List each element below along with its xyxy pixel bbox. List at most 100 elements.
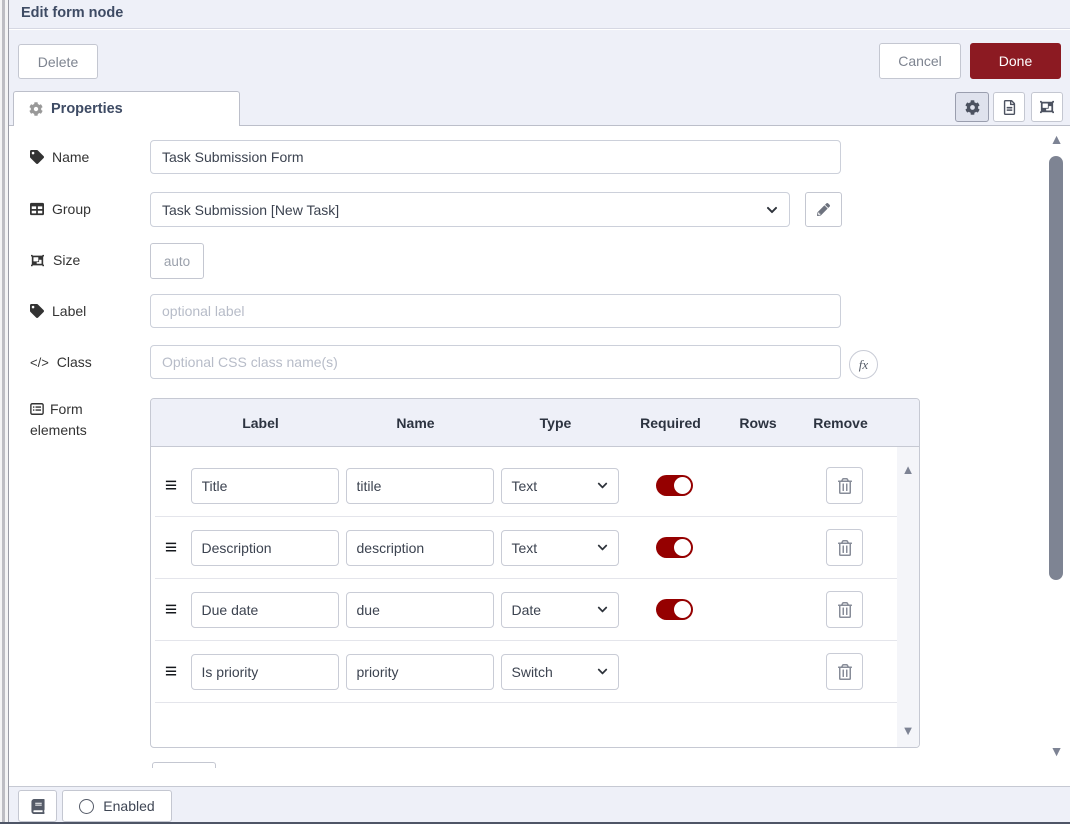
edit-form-node-dialog: Edit form node Delete Cancel Done Proper…	[0, 0, 1070, 824]
toggle-knob	[674, 601, 691, 618]
editor-edge-scrollbar-thumb	[2, 0, 5, 824]
element-name-input[interactable]	[346, 530, 494, 566]
form-elements-field-label: Form elements	[30, 399, 134, 441]
element-type-select[interactable]: Switch	[501, 654, 619, 690]
gear-icon	[965, 100, 980, 115]
edit-group-button[interactable]	[805, 192, 842, 227]
drag-handle-icon[interactable]: ≡	[155, 537, 187, 558]
enabled-label: Enabled	[103, 798, 154, 814]
table-row: ≡ Date	[155, 579, 897, 641]
group-field-label: Group	[30, 192, 91, 226]
remove-element-button[interactable]	[826, 591, 863, 628]
editor-edge-scrollbar	[0, 0, 9, 824]
table-row: ≡ Switch	[155, 641, 897, 703]
appearance-tab-button[interactable]	[1031, 92, 1063, 122]
scroll-down-arrow[interactable]: ▼	[1048, 744, 1065, 758]
tag-icon	[30, 150, 44, 164]
trash-icon	[838, 664, 852, 680]
toggle-knob	[674, 539, 691, 556]
group-select-value: Task Submission [New Task]	[162, 202, 339, 218]
form-elements-table: Label Name Type Required Rows Remove ≡ T…	[150, 398, 920, 748]
chevron-down-icon	[766, 204, 778, 216]
dialog-titlebar: Edit form node	[9, 0, 1070, 29]
resize-icon	[30, 254, 45, 267]
drag-handle-icon[interactable]: ≡	[155, 475, 187, 496]
dialog-scrollbar[interactable]: ▲ ▼	[1048, 132, 1065, 758]
element-label-input[interactable]	[191, 654, 339, 690]
done-button[interactable]: Done	[970, 43, 1061, 79]
table-scrollbar[interactable]: ▲ ▼	[897, 447, 919, 747]
required-toggle-on[interactable]	[656, 537, 693, 558]
header-rows: Rows	[723, 415, 793, 431]
trash-icon	[838, 602, 852, 618]
element-type-select[interactable]: Text	[501, 530, 619, 566]
cancel-button[interactable]: Cancel	[879, 43, 961, 79]
label-input[interactable]	[150, 294, 841, 328]
header-remove: Remove	[793, 415, 888, 431]
group-select[interactable]: Task Submission [New Task]	[150, 192, 790, 227]
element-name-input[interactable]	[346, 468, 494, 504]
table-icon	[30, 202, 44, 216]
dialog-title: Edit form node	[21, 5, 123, 21]
form-elements-table-body: ≡ Text ≡ Text ≡ Date	[151, 447, 897, 747]
header-type: Type	[493, 415, 618, 431]
chevron-down-icon	[597, 666, 608, 677]
trash-icon	[838, 540, 852, 556]
element-name-input[interactable]	[346, 654, 494, 690]
tab-properties-label: Properties	[51, 101, 123, 117]
node-enabled-toggle-button[interactable]: Enabled	[62, 790, 172, 822]
table-row: ≡ Text	[155, 517, 897, 579]
code-icon: </>	[30, 355, 49, 370]
dialog-footer: Enabled	[9, 786, 1070, 822]
header-required: Required	[618, 415, 723, 431]
element-label-input[interactable]	[191, 530, 339, 566]
radio-circle-icon	[79, 799, 94, 814]
class-field-label: </> Class	[30, 345, 92, 379]
element-type-select[interactable]: Text	[501, 468, 619, 504]
element-label-input[interactable]	[191, 592, 339, 628]
resize-icon	[1039, 100, 1055, 114]
name-input[interactable]	[150, 140, 841, 174]
element-name-input[interactable]	[346, 592, 494, 628]
gear-icon	[29, 102, 43, 116]
add-element-button-partial[interactable]	[152, 762, 216, 768]
tag-icon	[30, 304, 44, 318]
trash-icon	[838, 478, 852, 494]
label-field-label: Label	[30, 294, 86, 328]
toggle-knob	[674, 477, 691, 494]
pencil-icon	[817, 203, 830, 216]
size-field-label: Size	[30, 243, 80, 277]
book-icon	[31, 799, 45, 814]
scroll-up-arrow[interactable]: ▲	[1048, 132, 1065, 146]
remove-element-button[interactable]	[826, 529, 863, 566]
form-elements-table-header: Label Name Type Required Rows Remove	[151, 399, 919, 447]
description-tab-button[interactable]	[993, 92, 1025, 122]
fx-icon: fx	[859, 357, 868, 373]
drag-handle-icon[interactable]: ≡	[155, 661, 187, 682]
scroll-up-arrow[interactable]: ▲	[897, 463, 919, 476]
properties-tab-button[interactable]	[955, 92, 989, 122]
header-label: Label	[183, 415, 338, 431]
element-label-input[interactable]	[191, 468, 339, 504]
remove-element-button[interactable]	[826, 467, 863, 504]
required-toggle-on[interactable]	[656, 475, 693, 496]
document-icon	[1003, 100, 1016, 115]
element-type-select[interactable]: Date	[501, 592, 619, 628]
size-auto-button[interactable]: auto	[150, 243, 204, 279]
delete-button[interactable]: Delete	[18, 44, 98, 79]
fx-expression-button[interactable]: fx	[849, 350, 878, 379]
table-row: ≡ Text	[155, 455, 897, 517]
class-input[interactable]	[150, 345, 841, 379]
chevron-down-icon	[597, 604, 608, 615]
chevron-down-icon	[597, 480, 608, 491]
tab-properties[interactable]: Properties	[13, 91, 240, 126]
required-toggle-on[interactable]	[656, 599, 693, 620]
remove-element-button[interactable]	[826, 653, 863, 690]
dialog-scrollbar-thumb[interactable]	[1049, 156, 1063, 580]
name-field-label: Name	[30, 140, 89, 174]
node-help-button[interactable]	[18, 790, 57, 822]
drag-handle-icon[interactable]: ≡	[155, 599, 187, 620]
chevron-down-icon	[597, 542, 608, 553]
scroll-down-arrow[interactable]: ▼	[897, 724, 919, 737]
header-name: Name	[338, 415, 493, 431]
